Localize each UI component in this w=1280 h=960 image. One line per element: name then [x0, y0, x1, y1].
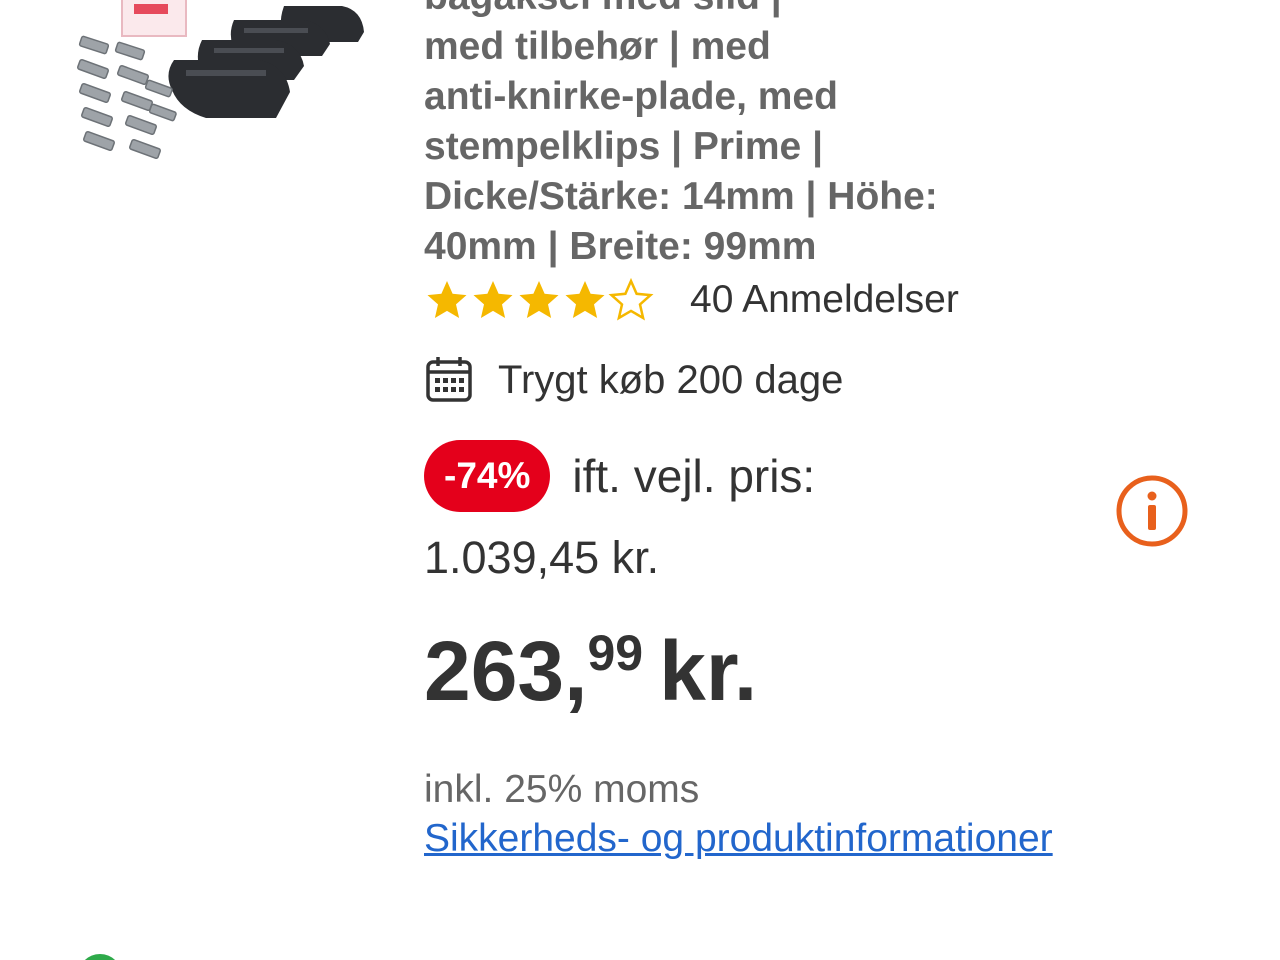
- safety-info-link[interactable]: Sikkerheds- og produktinformationer: [424, 815, 1053, 863]
- price-decimals: 99: [587, 625, 644, 681]
- star-rating: [424, 277, 654, 323]
- product-title-line: med tilbehør | med: [424, 25, 771, 68]
- product-title-line: anti-knirke-plade, med: [424, 75, 838, 118]
- calendar-icon: [426, 357, 472, 402]
- star-filled-icon: [427, 281, 467, 318]
- star-filled-icon: [519, 281, 559, 318]
- product-title: bagaksel med slid | med tilbehør | med ant…: [424, 0, 1024, 272]
- info-icon[interactable]: [1115, 474, 1189, 548]
- star-empty-icon: [608, 277, 654, 321]
- product-title-line: bagaksel med slid |: [424, 0, 1024, 22]
- old-price: 1.039,45 kr.: [424, 532, 660, 583]
- product-detail-page: bagaksel med slid | med tilbehør | med ant…: [0, 0, 1280, 960]
- product-title-line: 40mm | Breite: 99mm: [424, 225, 817, 268]
- review-count[interactable]: 40 Anmeldelser: [690, 278, 959, 322]
- star-filled-icon: [473, 281, 513, 318]
- rrp-label: ift. vejl. pris:: [572, 450, 816, 502]
- discount-badge: -74%: [424, 440, 551, 512]
- green-badge-icon: [78, 954, 122, 960]
- safe-buy-row: Trygt køb 200 dage: [424, 352, 843, 408]
- safe-buy-label: Trygt køb 200 dage: [498, 357, 844, 402]
- vat-note: inkl. 25% moms: [424, 768, 700, 811]
- product-title-line: stempelklips | Prime |: [424, 125, 823, 168]
- product-title-line: Dicke/Stärke: 14mm | Höhe:: [424, 175, 938, 218]
- current-price: 263,99 kr.: [424, 598, 757, 751]
- price-currency: kr.: [659, 624, 758, 718]
- discount-row: -74% ift. vejl. pris:: [424, 440, 815, 512]
- product-image[interactable]: [74, 0, 374, 185]
- star-filled-icon: [565, 281, 605, 318]
- rating-row[interactable]: 40 Anmeldelser: [424, 276, 959, 324]
- price-integer: 263,: [424, 624, 588, 718]
